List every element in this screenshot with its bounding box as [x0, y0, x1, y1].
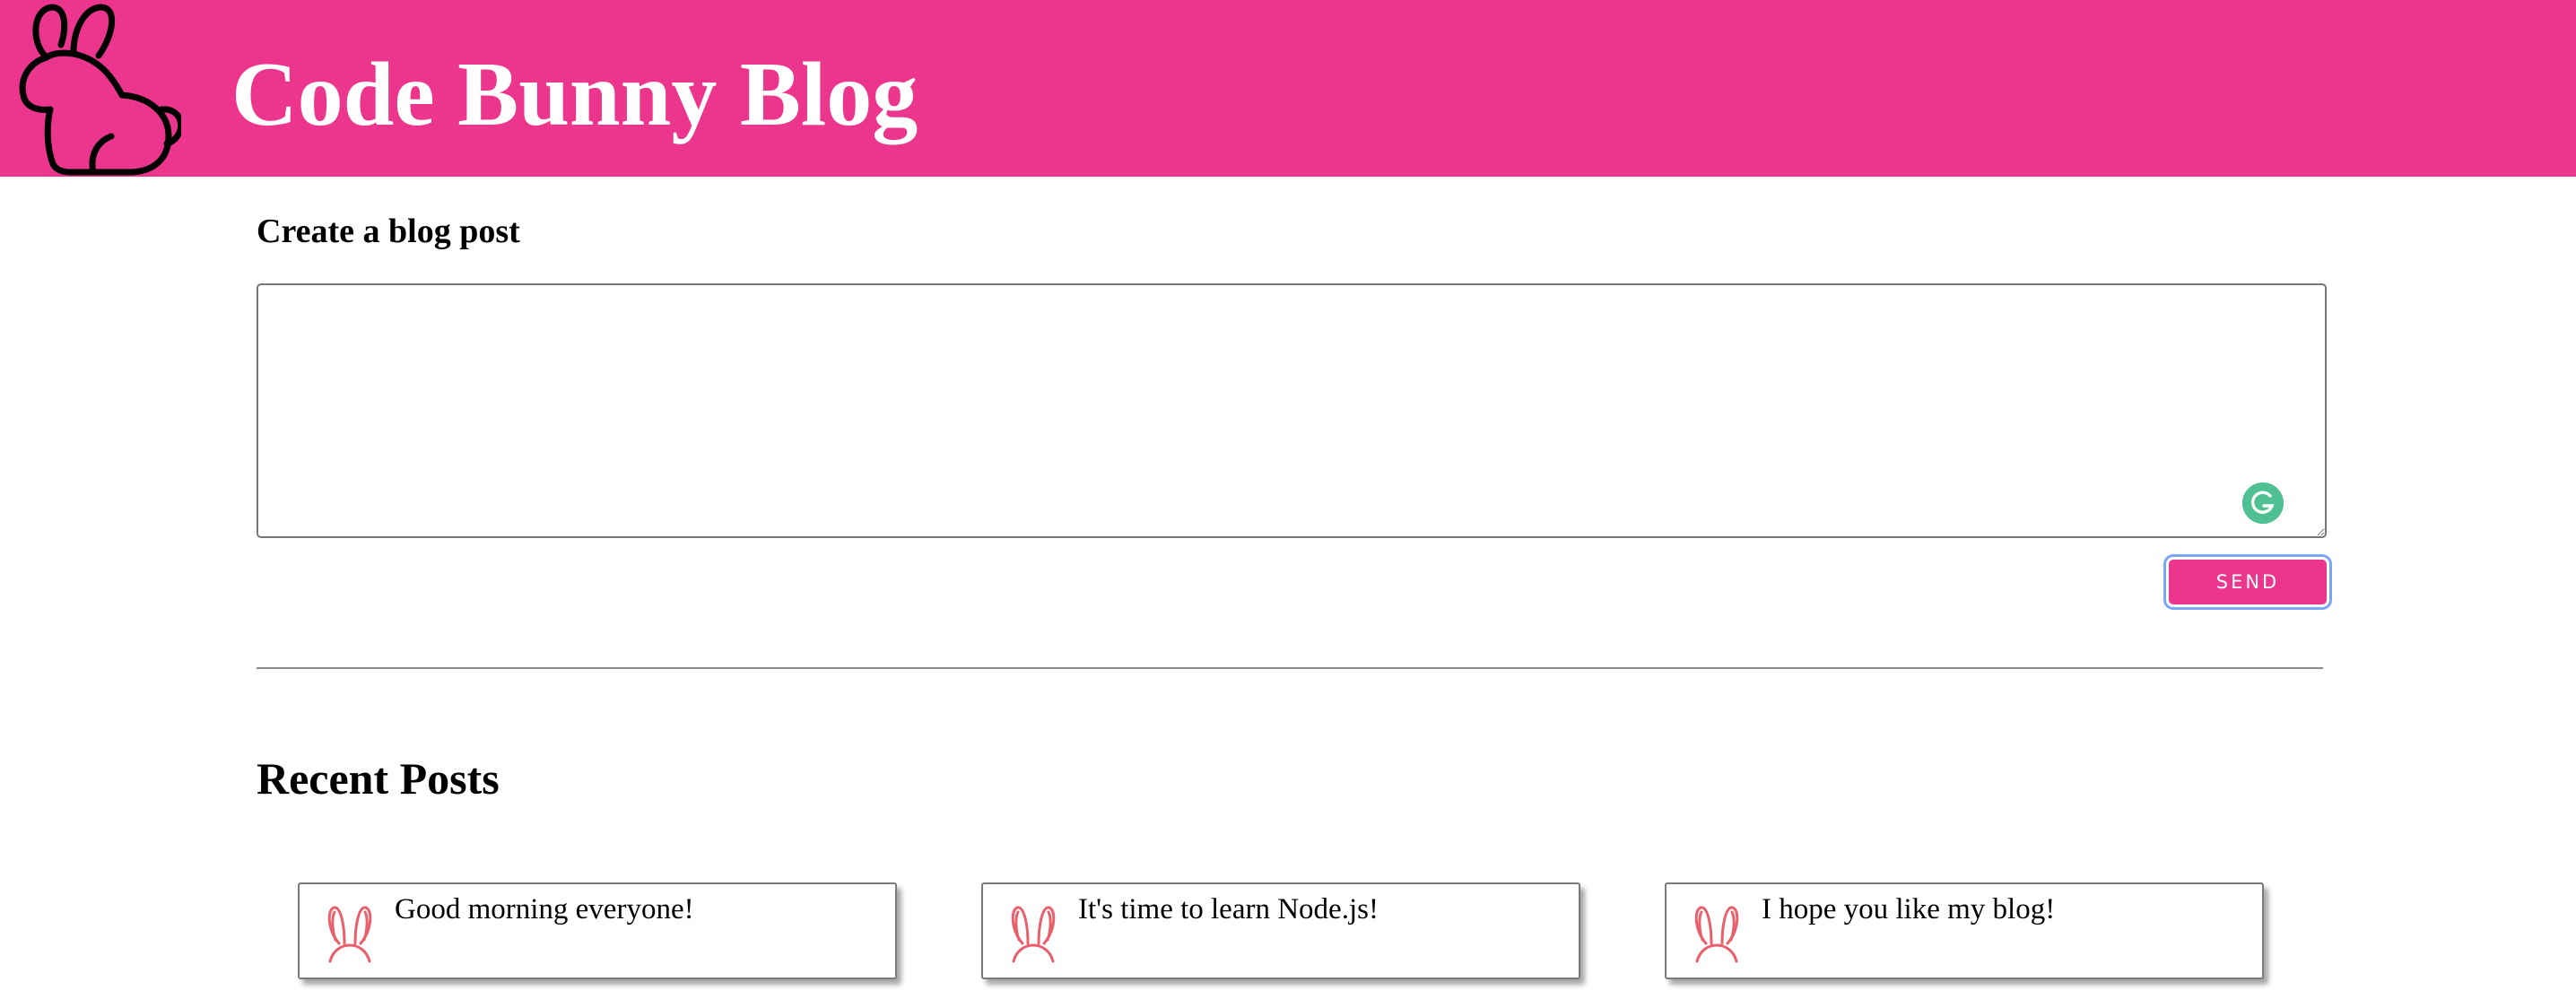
send-button[interactable]: SEND	[2169, 560, 2327, 604]
post-text: It's time to learn Node.js!	[1078, 893, 1379, 925]
post-text: Good morning everyone!	[395, 893, 694, 925]
post-card: It's time to learn Node.js!	[981, 882, 1580, 979]
bunny-ears-icon	[1694, 906, 1739, 963]
site-header: Code Bunny Blog	[0, 0, 2576, 177]
post-text: I hope you like my blog!	[1762, 893, 2056, 925]
recent-posts-heading: Recent Posts	[257, 753, 500, 804]
section-divider	[257, 667, 2323, 669]
create-post-heading: Create a blog post	[257, 213, 520, 250]
bunny-ears-icon	[1011, 906, 1056, 963]
post-card: Good morning everyone!	[298, 882, 897, 979]
site-title: Code Bunny Blog	[231, 44, 918, 145]
post-textarea[interactable]	[257, 283, 2327, 538]
grammarly-g-icon	[2242, 482, 2284, 524]
post-card: I hope you like my blog!	[1665, 882, 2264, 979]
page: Code Bunny Blog Create a blog post SEND …	[0, 0, 2576, 1008]
bunny-ears-icon	[327, 906, 372, 963]
grammarly-icon[interactable]	[2242, 482, 2284, 524]
bunny-logo-icon	[19, 4, 181, 176]
